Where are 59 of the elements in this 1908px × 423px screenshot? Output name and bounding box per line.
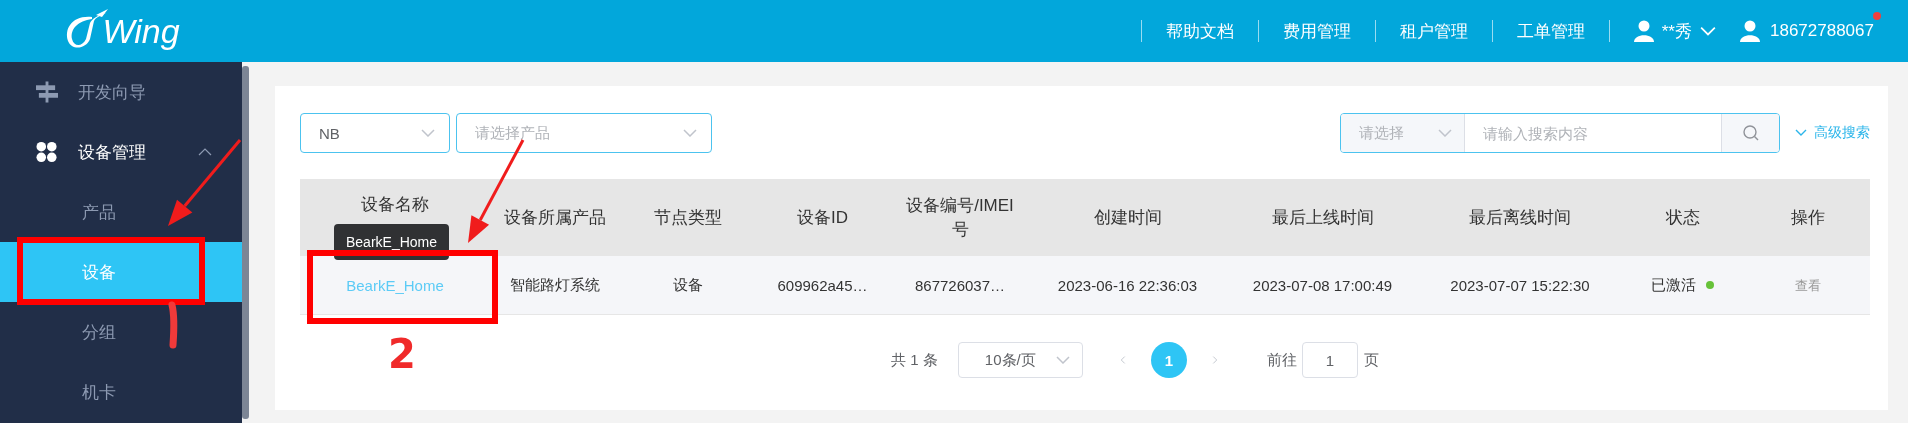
user-icon xyxy=(1740,20,1760,42)
page-size-select[interactable]: 10条/页 xyxy=(957,342,1083,378)
column-header: 最后上线时间 xyxy=(1225,179,1420,256)
sidebar-item[interactable]: 设备管理 xyxy=(0,122,242,182)
header-link[interactable]: 租户管理 xyxy=(1375,19,1492,43)
sidebar-subitem[interactable]: 机卡 xyxy=(0,362,242,422)
column-header: 状态 xyxy=(1620,179,1745,256)
status-text: 已激活 xyxy=(1651,275,1696,295)
header-link[interactable]: 工单管理 xyxy=(1492,19,1609,43)
search-button[interactable] xyxy=(1721,114,1779,152)
product-select[interactable]: 请选择产品 xyxy=(456,113,712,153)
total-count: 共 1 条 xyxy=(891,350,938,370)
column-header: 设备所属产品 xyxy=(490,179,620,256)
column-header: 最后离线时间 xyxy=(1420,179,1620,256)
chevron-down-icon xyxy=(683,129,697,137)
annotation-number: 2 xyxy=(388,331,416,377)
table-cell: 2023-07-08 17:00:49 xyxy=(1225,256,1420,315)
page-suffix: 页 xyxy=(1363,350,1379,370)
four-circles-icon xyxy=(36,141,58,163)
sidebar-subitem[interactable]: 设备 xyxy=(0,242,242,302)
type-select[interactable]: NB xyxy=(300,113,450,153)
annotation-stroke xyxy=(168,301,178,349)
search-type-select[interactable]: 请选择 xyxy=(1341,114,1465,152)
sidebar-item[interactable]: 开发向导 xyxy=(0,62,242,122)
signpost-icon xyxy=(36,81,58,103)
chevron-down-icon xyxy=(1438,129,1452,137)
user-icon xyxy=(1633,20,1654,42)
table-cell: 2023-07-07 15:22:30 xyxy=(1420,256,1620,315)
chevron-down-icon[interactable] xyxy=(1700,26,1716,36)
search-bar[interactable]: 请选择 请输入搜索内容 xyxy=(1340,113,1780,153)
device-name-link[interactable]: BearkE_Home xyxy=(346,276,444,294)
chevron-down-icon xyxy=(1794,129,1808,137)
scrollbar[interactable] xyxy=(242,66,249,419)
chevron-up-icon[interactable] xyxy=(198,148,212,156)
logo-text: Wing xyxy=(102,11,180,51)
table-cell: 867726037… xyxy=(890,256,1030,315)
column-header: 创建时间 xyxy=(1030,179,1225,256)
page-input[interactable]: 1 xyxy=(1301,342,1358,378)
table-cell: 2023-06-16 22:36:03 xyxy=(1030,256,1225,315)
chevron-down-icon xyxy=(421,129,435,137)
advanced-search-link[interactable]: 高级搜索 xyxy=(1794,124,1870,142)
column-header: 设备ID xyxy=(755,179,890,256)
page-button[interactable]: 1 xyxy=(1150,342,1187,378)
goto-label: 前往 xyxy=(1266,350,1297,370)
table-cell: 智能路灯系统 xyxy=(490,256,620,315)
table-cell: 609962a45… xyxy=(755,256,890,315)
user-name[interactable]: **秀 xyxy=(1661,19,1692,43)
sidebar-subitem[interactable]: 分组 xyxy=(0,302,242,362)
search-icon xyxy=(1742,125,1759,141)
chevron-down-icon xyxy=(1055,356,1070,364)
header-link[interactable]: 帮助文档 xyxy=(1141,19,1258,43)
sidebar-subitem[interactable]: 产品 xyxy=(0,182,242,242)
view-link[interactable]: 查看 xyxy=(1794,276,1821,295)
phone-number[interactable]: 18672788067 xyxy=(1770,21,1874,41)
column-header: 节点类型 xyxy=(620,179,755,256)
table-cell: 设备 xyxy=(620,256,755,315)
header-link[interactable]: 费用管理 xyxy=(1258,19,1375,43)
column-header: 设备编号/IMEI号 xyxy=(890,179,1030,256)
column-header: 操作 xyxy=(1745,179,1870,256)
